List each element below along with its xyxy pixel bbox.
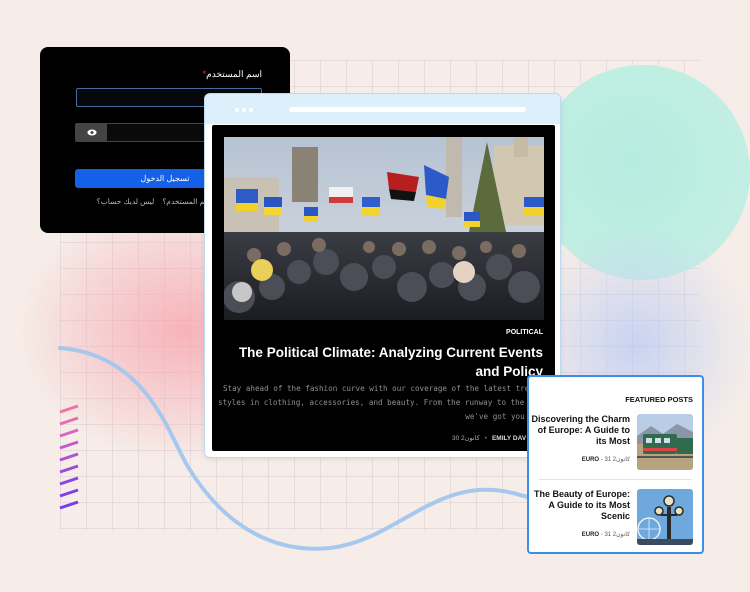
divider xyxy=(539,479,692,480)
window-dot-icon xyxy=(249,108,253,112)
featured-post-title[interactable]: The Beauty of Europe: A Guide to its Mos… xyxy=(530,489,630,522)
browser-toolbar xyxy=(205,94,560,124)
excerpt-line: we've got you cov xyxy=(465,412,543,421)
article-category[interactable]: POLITICAL xyxy=(506,329,543,336)
username-label: اسم المستخدم* xyxy=(68,69,262,80)
window-dot-icon xyxy=(242,108,246,112)
window-dot-icon xyxy=(235,108,239,112)
article-hero-image xyxy=(224,137,544,320)
excerpt-line: styles in clothing, accessories, and bea… xyxy=(218,398,543,407)
featured-post-title[interactable]: Discovering the Charm of Europe: A Guide… xyxy=(530,414,630,447)
article-meta: 30 كانون2 • EMILY DAV xyxy=(452,434,526,442)
train-icon xyxy=(637,414,693,470)
featured-post-meta: EURO - 31 كانون2 xyxy=(582,531,630,538)
featured-post-meta: EURO - 31 كانون2 xyxy=(582,456,630,463)
article-date: 30 كانون2 xyxy=(452,435,480,442)
featured-post-category[interactable]: EURO xyxy=(582,457,599,463)
browser-window: POLITICAL The Political Climate: Analyzi… xyxy=(204,93,561,458)
article-title[interactable]: The Political Climate: Analyzing Current… xyxy=(233,343,543,381)
featured-post-category[interactable]: EURO xyxy=(582,532,599,538)
crowd-photo-icon xyxy=(224,137,544,320)
article-card[interactable]: POLITICAL The Political Climate: Analyzi… xyxy=(212,125,555,451)
article-excerpt: Stay ahead of the fashion curve with our… xyxy=(218,382,543,424)
featured-posts-panel: FEATURED POSTS Discovering the Charm of … xyxy=(527,375,704,554)
register-link[interactable]: ليس لديك حساب؟ xyxy=(97,197,155,206)
eye-icon xyxy=(86,129,97,136)
featured-post-date: 31 كانون2 xyxy=(604,532,630,538)
article-author[interactable]: EMILY DAV xyxy=(492,435,526,442)
stripes-decoration xyxy=(59,404,79,510)
address-bar[interactable] xyxy=(289,107,526,112)
featured-post-date: 31 كانون2 xyxy=(604,457,630,463)
show-password-button[interactable] xyxy=(76,124,107,141)
featured-heading: FEATURED POSTS xyxy=(625,395,693,404)
meta-separator: • xyxy=(484,435,487,442)
excerpt-line: Stay ahead of the fashion curve with our… xyxy=(222,384,543,393)
lamppost-icon xyxy=(637,489,693,545)
username-label-text: اسم المستخدم xyxy=(206,69,262,79)
